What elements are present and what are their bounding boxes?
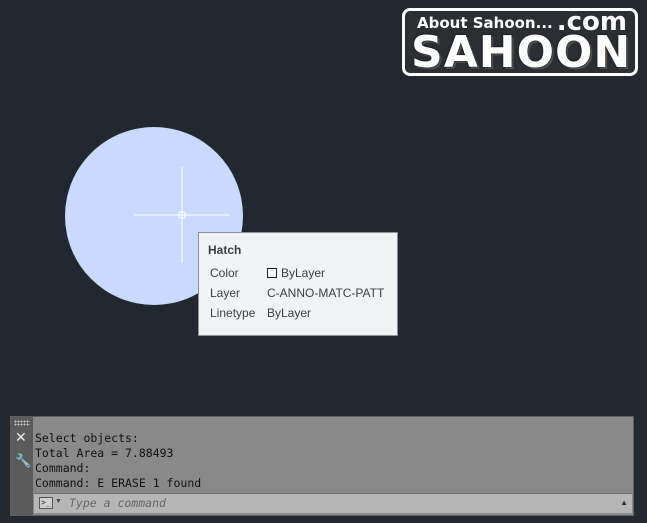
drag-grip-handle[interactable] <box>14 420 30 426</box>
tooltip-value: ByLayer <box>267 265 325 281</box>
tooltip-value: C-ANNO-MATC-PATT <box>267 286 385 300</box>
tooltip-value: ByLayer <box>267 306 312 320</box>
wrench-icon[interactable]: 🔧 <box>15 454 31 467</box>
tooltip-title: Hatch <box>208 243 242 257</box>
close-icon[interactable]: ✕ <box>15 430 27 444</box>
color-swatch-icon <box>267 268 277 278</box>
command-history: Select objects: Total Area = 7.88493 Comma… <box>35 431 201 491</box>
command-input-placeholder[interactable]: Type a command <box>69 496 166 511</box>
watermark-logo: About Sahoon... .com SAHOON <box>402 8 638 76</box>
tooltip-label: Layer <box>210 286 241 300</box>
history-line: Total Area = 7.88493 <box>35 446 174 460</box>
history-line: Command: <box>35 461 91 475</box>
command-line-sidebar: ✕ 🔧 <box>11 417 33 515</box>
history-line: Command: E ERASE 1 found <box>35 476 202 490</box>
chevron-down-icon[interactable]: ▼ <box>55 498 62 505</box>
history-line: Select objects: <box>35 431 139 445</box>
chevron-up-icon[interactable]: ▲ <box>620 498 628 507</box>
command-prompt-icon[interactable]: >_ <box>39 497 53 509</box>
tooltip-label: Color <box>210 266 239 280</box>
tooltip-label: Linetype <box>210 306 256 320</box>
command-input-bar[interactable]: >_ ▼ Type a command ▲ <box>34 493 632 513</box>
rollover-tooltip: Hatch Color ByLayer Layer C-ANNO-MATC-PA… <box>198 232 398 336</box>
command-line-window: ✕ 🔧 Select objects: Total Area = 7.88493 C… <box>10 416 634 516</box>
logo-brand-text: SAHOON <box>411 27 632 76</box>
